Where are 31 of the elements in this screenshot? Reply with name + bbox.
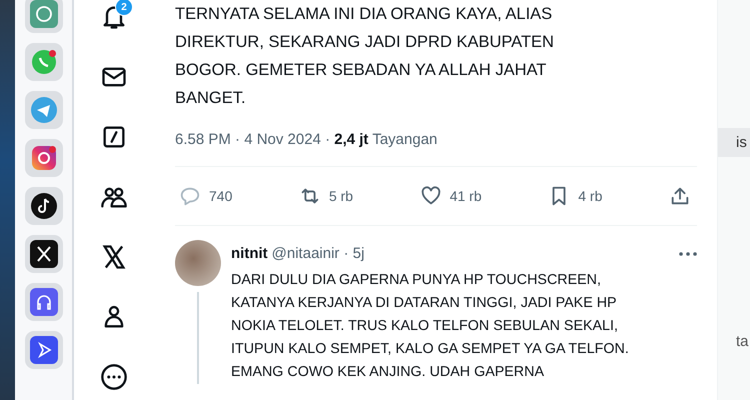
reply-text: DARI DULU DIA GAPERNA PUNYA HP TOUCHSCREEN, KATANYA KERJANYA DI DATARAN TINGGI, JADI PAKE HP NOKIA TELOLET. TRUS KALO TELFON SEBULAN SEKALI, ITUPUN KALO SEMPET, KALO GA SEMPET YA GA TELFON. EMANG COWO KEK ANJING. UDAH GAPERNA <box>231 271 630 382</box>
headphones-icon[interactable] <box>30 288 58 316</box>
telegram-icon[interactable] <box>30 96 58 124</box>
tiktok-icon[interactable] <box>30 192 58 220</box>
app-tile[interactable] <box>24 91 62 129</box>
app-tile[interactable] <box>24 283 62 321</box>
side-text: is <box>718 128 750 157</box>
app-tile[interactable] <box>24 43 62 81</box>
more-icon[interactable] <box>679 252 697 256</box>
play-icon[interactable] <box>30 336 58 364</box>
stat-count: 5 rb <box>328 188 354 204</box>
notification-count: 2 <box>115 0 133 16</box>
app-tile[interactable] <box>24 139 62 177</box>
tweet-meta: 6.58 PM · 4 Nov 2024 · 2,4 jt Tayangan <box>175 131 438 148</box>
tweet-text: TERNYATA SELAMA INI DIA ORANG KAYA, ALIAS DIREKTUR, SEKARANG JADI DPRD KABUPATEN BOGOR. GEMETER SEBADAN YA ALLAH JAHAT BANGET. <box>175 4 555 109</box>
x-logo-icon[interactable] <box>100 243 128 271</box>
x-logo-icon[interactable] <box>30 240 58 268</box>
app-tile[interactable] <box>24 187 62 225</box>
avatar[interactable] <box>175 240 221 286</box>
app-tile[interactable] <box>24 331 62 369</box>
side-text: ta <box>735 333 750 350</box>
stat-count: 740 <box>209 188 232 204</box>
stat-count: 4 rb <box>578 188 602 204</box>
stat-count: 41 rb <box>450 188 482 204</box>
more-icon[interactable] <box>100 363 128 391</box>
app-tile[interactable] <box>24 0 62 33</box>
instagram-icon[interactable] <box>30 144 58 172</box>
heart-icon[interactable] <box>420 185 442 207</box>
user-name[interactable]: nitnit <box>231 245 268 262</box>
app-tile[interactable] <box>24 235 62 273</box>
user-handle: @nitaainir · 5j <box>272 245 364 262</box>
